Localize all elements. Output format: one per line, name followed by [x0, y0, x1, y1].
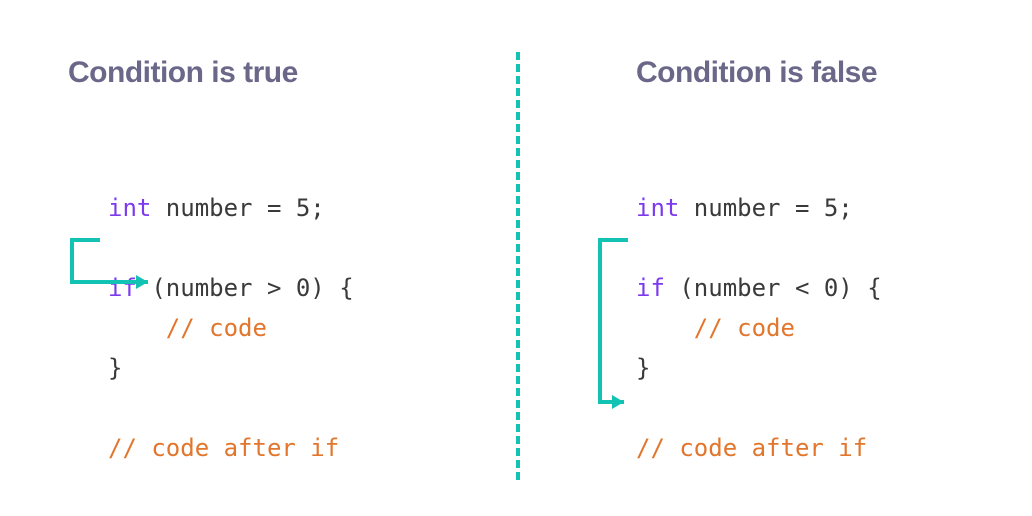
arrow-right — [0, 0, 1032, 516]
